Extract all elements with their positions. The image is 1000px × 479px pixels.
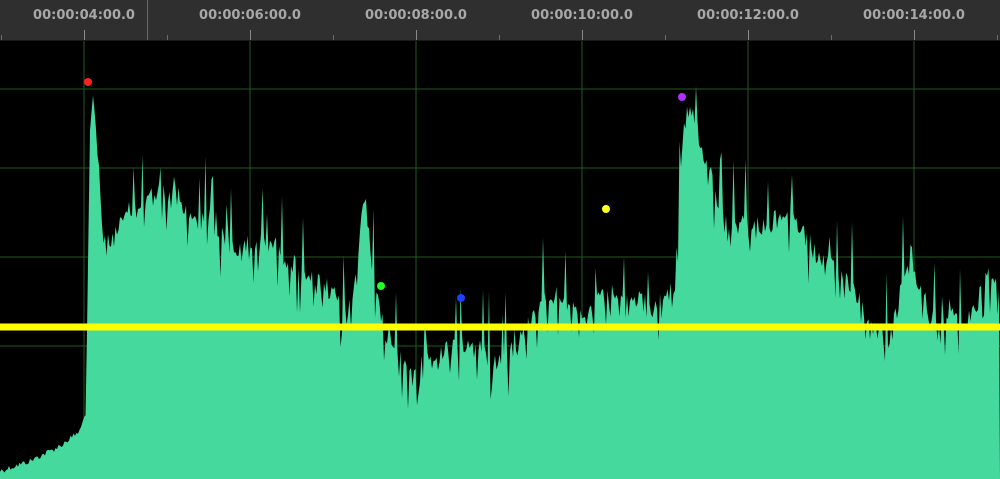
ruler-tick-label: 00:00:12:00.0 (697, 8, 799, 23)
ruler-major-tick (84, 30, 85, 40)
marker-red[interactable] (84, 78, 92, 86)
ruler-minor-tick (997, 35, 998, 40)
ruler-minor-tick (499, 35, 500, 40)
ruler-major-tick (914, 30, 915, 40)
playhead-indicator[interactable] (147, 0, 148, 40)
ruler-major-tick (748, 30, 749, 40)
waveform (0, 86, 1000, 479)
ruler-tick-label: 00:00:06:00.0 (199, 8, 301, 23)
ruler-tick-label: 00:00:08:00.0 (365, 8, 467, 23)
ruler-major-tick (582, 30, 583, 40)
ruler-minor-tick (831, 35, 832, 40)
ruler-tick-label: 00:00:14:00.0 (863, 8, 965, 23)
ruler-minor-tick (333, 35, 334, 40)
ruler-tick-label: 00:00:04:00.0 (33, 8, 135, 23)
waveform-canvas[interactable] (0, 41, 1000, 479)
ruler-tick-label: 00:00:10:00.0 (531, 8, 633, 23)
marker-purple[interactable] (678, 93, 686, 101)
ruler-major-tick (250, 30, 251, 40)
marker-green[interactable] (377, 282, 385, 290)
ruler-minor-tick (665, 35, 666, 40)
timeline-ruler[interactable]: 00:00:04:00.0 00:00:06:00.0 00:00:08:00.… (0, 0, 1000, 41)
ruler-minor-tick (167, 35, 168, 40)
ruler-minor-tick (1, 35, 2, 40)
ruler-major-tick (416, 30, 417, 40)
waveform-display[interactable] (0, 41, 1000, 479)
marker-blue[interactable] (457, 294, 465, 302)
marker-yellow[interactable] (602, 205, 610, 213)
